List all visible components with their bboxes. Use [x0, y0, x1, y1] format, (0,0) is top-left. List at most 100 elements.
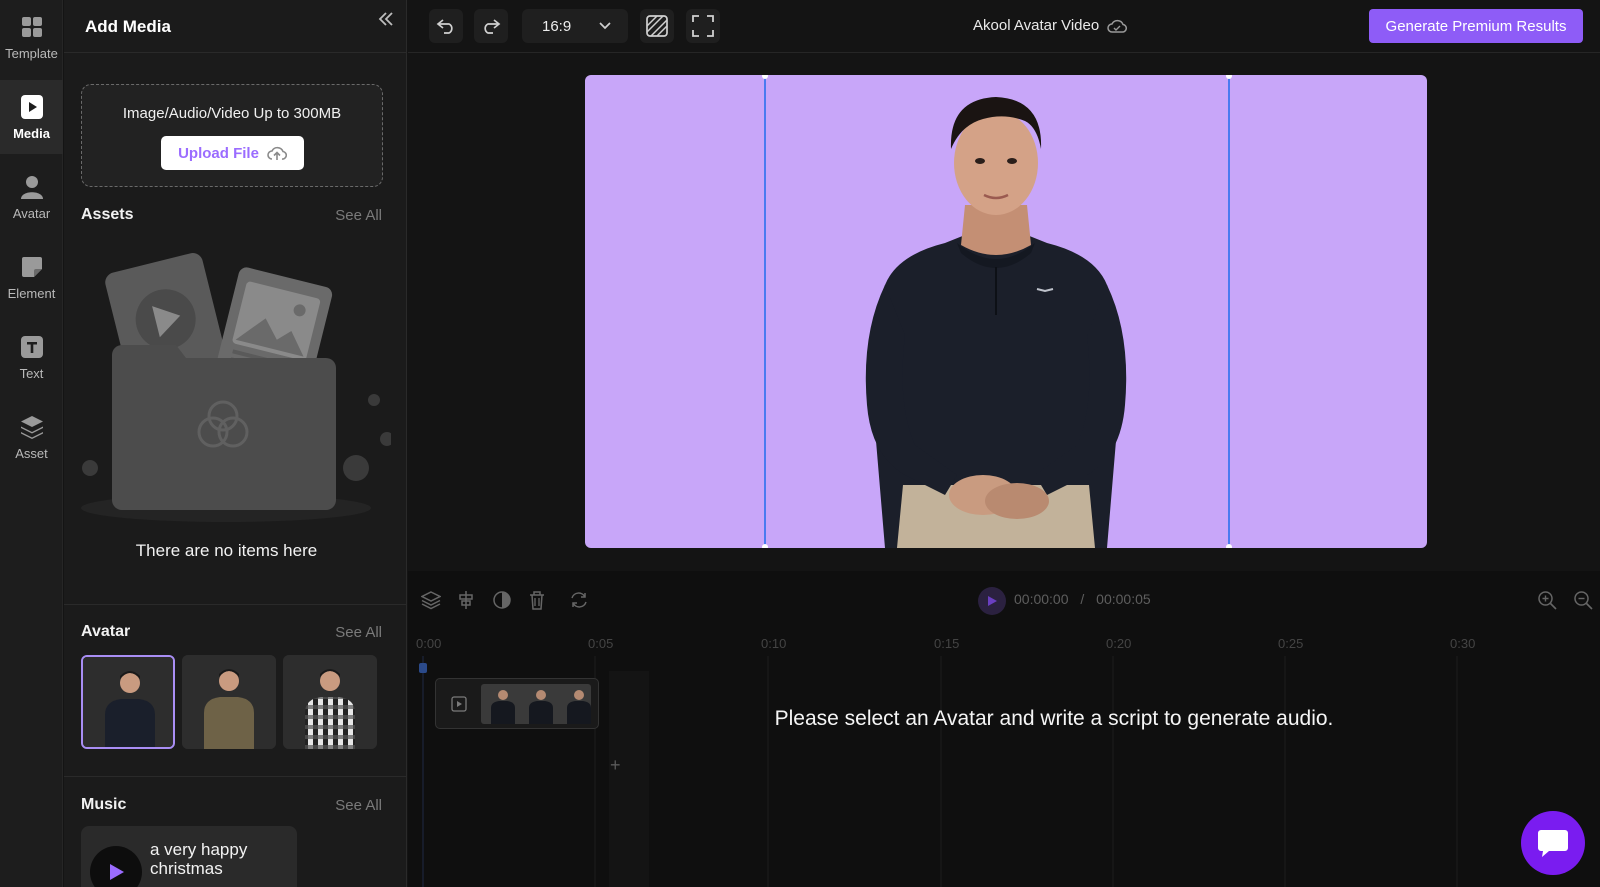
video-canvas[interactable] [585, 75, 1427, 548]
redo-icon [484, 19, 501, 34]
add-media-panel: Add Media Image/Audio/Video Up to 300MB … [64, 0, 407, 887]
chat-bubble-icon [1538, 830, 1568, 857]
hatched-square-icon [646, 15, 668, 37]
icon-rail: Template Media Avatar Element Text Asset [0, 0, 63, 887]
music-track-name: a very happy christmas [150, 840, 248, 878]
chevron-down-icon [599, 22, 611, 30]
undo-icon [436, 19, 453, 34]
split-icon [459, 591, 473, 609]
media-play-icon [19, 94, 45, 120]
rail-label: Template [5, 45, 58, 61]
layers-tool-button[interactable] [419, 588, 443, 612]
rail-item-text[interactable]: Text [0, 320, 63, 394]
selection-guide-left[interactable] [764, 75, 766, 548]
cloud-upload-icon [267, 146, 287, 160]
app-root: Template Media Avatar Element Text Asset… [0, 0, 1600, 887]
project-title-text: Akool Avatar Video [973, 17, 1100, 34]
rail-item-element[interactable]: Element [0, 240, 63, 314]
rail-label: Text [19, 365, 44, 381]
contrast-icon [493, 591, 511, 609]
upload-file-button[interactable]: Upload File [161, 136, 304, 170]
time-separator: / [1080, 591, 1085, 607]
assets-see-all-link[interactable]: See All [335, 207, 382, 224]
ruler-tick-label: 0:30 [1450, 636, 1476, 651]
zoom-out-button[interactable] [1571, 588, 1595, 612]
ruler-tick-label: 0:10 [761, 636, 787, 651]
assets-empty-message: There are no items here [135, 541, 318, 560]
preview-stage [408, 54, 1600, 571]
zoom-in-icon [1538, 591, 1557, 610]
refresh-icon [571, 592, 587, 608]
cloud-saved-icon [1107, 19, 1128, 33]
asset-layers-icon [19, 414, 45, 440]
zoom-in-button[interactable] [1535, 588, 1559, 612]
project-title[interactable]: Akool Avatar Video [973, 17, 1128, 34]
ruler-tick-label: 0:00 [416, 636, 442, 651]
aspect-ratio-select[interactable]: 16:9 [522, 9, 628, 43]
empty-folder-illustration [81, 240, 394, 530]
section-divider [64, 604, 406, 605]
rail-item-template[interactable]: Template [0, 0, 63, 74]
avatar-see-all-link[interactable]: See All [335, 624, 382, 641]
rail-item-avatar[interactable]: Avatar [0, 160, 63, 234]
music-play-button[interactable] [90, 846, 142, 887]
generate-premium-results-button[interactable]: Generate Premium Results [1369, 9, 1583, 43]
avatar-person-icon [19, 174, 45, 200]
rail-label: Element [7, 285, 56, 301]
total-time: 00:00:05 [1096, 591, 1151, 607]
ruler-tick-label: 0:25 [1278, 636, 1304, 651]
ruler-tick-label: 0:15 [934, 636, 960, 651]
avatar-figure [865, 97, 1127, 548]
section-divider [64, 776, 406, 777]
resize-handle[interactable] [762, 544, 768, 548]
avatar-section-title: Avatar [81, 623, 131, 640]
rail-label: Media [13, 125, 50, 141]
timeline-play-button[interactable] [978, 587, 1006, 615]
zoom-out-icon [1574, 591, 1593, 610]
ruler-tick-label: 0:05 [588, 636, 614, 651]
undo-button[interactable] [429, 9, 463, 43]
panel-title: Add Media [85, 17, 171, 36]
contrast-tool-button[interactable] [490, 588, 514, 612]
add-track-plus-icon[interactable]: + [610, 755, 621, 776]
split-tool-button[interactable] [454, 588, 478, 612]
avatar-thumbnail-3[interactable] [283, 655, 377, 749]
rail-item-media[interactable]: Media [0, 80, 63, 154]
ruler-tick-label: 0:20 [1106, 636, 1132, 651]
trash-icon [530, 591, 544, 610]
top-toolbar: 16:9 Akool Avatar Video Generate Premium… [408, 0, 1600, 53]
current-time: 00:00:00 [1014, 591, 1069, 607]
play-icon [988, 596, 997, 606]
panel-header: Add Media [64, 0, 406, 53]
rail-label: Avatar [12, 205, 51, 221]
collapse-panel-button[interactable] [375, 8, 397, 30]
background-toggle-button[interactable] [640, 9, 674, 43]
music-section-title: Music [81, 796, 127, 813]
timeline-empty-message: Please select an Avatar and write a scri… [774, 707, 1334, 730]
text-t-icon [19, 334, 45, 360]
upload-hint: Image/Audio/Video Up to 300MB [122, 105, 342, 122]
rail-item-asset[interactable]: Asset [0, 400, 63, 474]
aspect-ratio-value: 16:9 [542, 17, 572, 35]
assets-section-title: Assets [81, 206, 134, 223]
double-chevron-left-icon [378, 12, 393, 26]
element-shape-icon [19, 254, 45, 280]
fullscreen-icon [692, 15, 714, 37]
replace-tool-button[interactable] [567, 588, 591, 612]
music-track-card[interactable]: a very happy christmas [81, 826, 297, 887]
timeline-time-display: 00:00:00 / 00:00:05 [1014, 591, 1151, 607]
redo-button[interactable] [474, 9, 508, 43]
selection-guide-right[interactable] [1228, 75, 1230, 548]
delete-tool-button[interactable] [525, 588, 549, 612]
resize-handle[interactable] [1226, 544, 1232, 548]
rail-label: Asset [15, 445, 48, 461]
music-see-all-link[interactable]: See All [335, 797, 382, 814]
upload-dropzone[interactable]: Image/Audio/Video Up to 300MB Upload Fil… [81, 84, 383, 187]
avatar-thumbnail-2[interactable] [182, 655, 276, 749]
fullscreen-button[interactable] [686, 9, 720, 43]
layers-icon [421, 591, 441, 610]
timeline-panel: 00:00:00 / 00:00:05 0:00 0:05 0:10 0:15 … [408, 571, 1600, 887]
play-icon [110, 864, 124, 880]
avatar-thumbnail-1[interactable] [81, 655, 175, 749]
support-chat-button[interactable] [1521, 811, 1585, 875]
